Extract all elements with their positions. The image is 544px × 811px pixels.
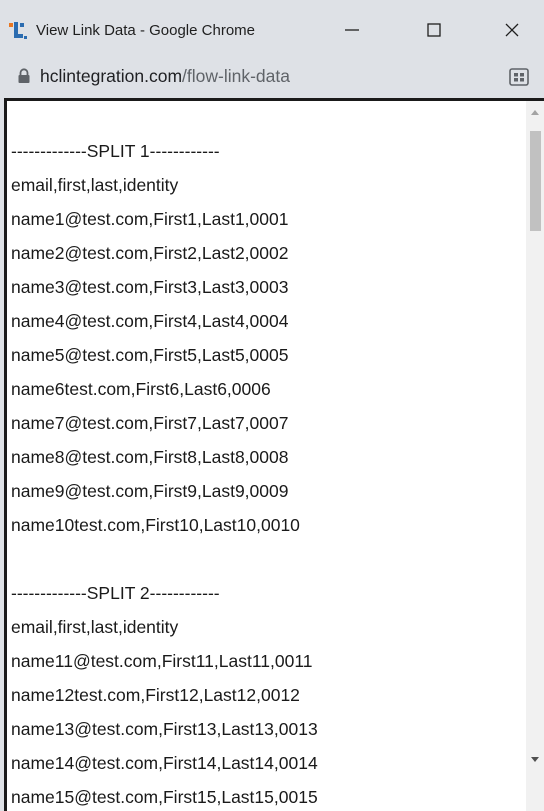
text-line: name10test.com,First10,Last10,0010 <box>11 515 300 535</box>
text-line: name13@test.com,First13,Last13,0013 <box>11 719 318 739</box>
url-text[interactable]: hclintegration.com/flow-link-data <box>40 64 290 88</box>
app-logo-icon <box>9 22 27 39</box>
scroll-thumb[interactable] <box>530 131 541 231</box>
text-line: name1@test.com,First1,Last1,0001 <box>11 209 289 229</box>
text-line: name5@test.com,First5,Last5,0005 <box>11 345 289 365</box>
scroll-down-button[interactable] <box>526 751 544 767</box>
text-line: name7@test.com,First7,Last7,0007 <box>11 413 289 433</box>
maximize-button[interactable] <box>414 12 454 48</box>
extension-icon[interactable] <box>508 66 530 88</box>
address-bar[interactable]: hclintegration.com/flow-link-data <box>0 56 544 96</box>
text-line: name2@test.com,First2,Last2,0002 <box>11 243 289 263</box>
browser-window: View Link Data - Google Chrome hclintegr… <box>0 0 544 811</box>
close-icon <box>505 23 519 37</box>
url-host: hclintegration.com <box>40 66 183 86</box>
text-line: name8@test.com,First8,Last8,0008 <box>11 447 289 467</box>
link-data-text: -------------SPLIT 1------------ email,fi… <box>11 134 521 811</box>
text-line: email,first,last,identity <box>11 175 179 195</box>
text-line: -------------SPLIT 1------------ <box>11 141 220 161</box>
page-content: -------------SPLIT 1------------ email,fi… <box>4 98 544 811</box>
close-button[interactable] <box>492 12 532 48</box>
text-line: email,first,last,identity <box>11 617 179 637</box>
scroll-up-button[interactable] <box>526 105 544 121</box>
maximize-icon <box>427 23 441 37</box>
text-line: name3@test.com,First3,Last3,0003 <box>11 277 289 297</box>
text-line: name4@test.com,First4,Last4,0004 <box>11 311 289 331</box>
url-path: /flow-link-data <box>182 66 290 86</box>
minimize-icon <box>345 29 359 31</box>
lock-icon[interactable] <box>17 68 31 84</box>
text-line: name11@test.com,First11,Last11,0011 <box>11 651 313 671</box>
text-line: name14@test.com,First14,Last14,0014 <box>11 753 318 773</box>
text-line: name12test.com,First12,Last12,0012 <box>11 685 300 705</box>
text-line: name15@test.com,First15,Last15,0015 <box>11 787 318 807</box>
minimize-button[interactable] <box>332 12 372 48</box>
chevron-up-icon <box>531 110 539 115</box>
title-bar[interactable]: View Link Data - Google Chrome <box>0 0 544 56</box>
text-line: name6test.com,First6,Last6,0006 <box>11 379 271 399</box>
text-line: -------------SPLIT 2------------ <box>11 583 220 603</box>
vertical-scrollbar[interactable] <box>526 101 544 811</box>
window-title: View Link Data - Google Chrome <box>36 22 255 39</box>
text-line: name9@test.com,First9,Last9,0009 <box>11 481 289 501</box>
chevron-down-icon <box>531 757 539 762</box>
